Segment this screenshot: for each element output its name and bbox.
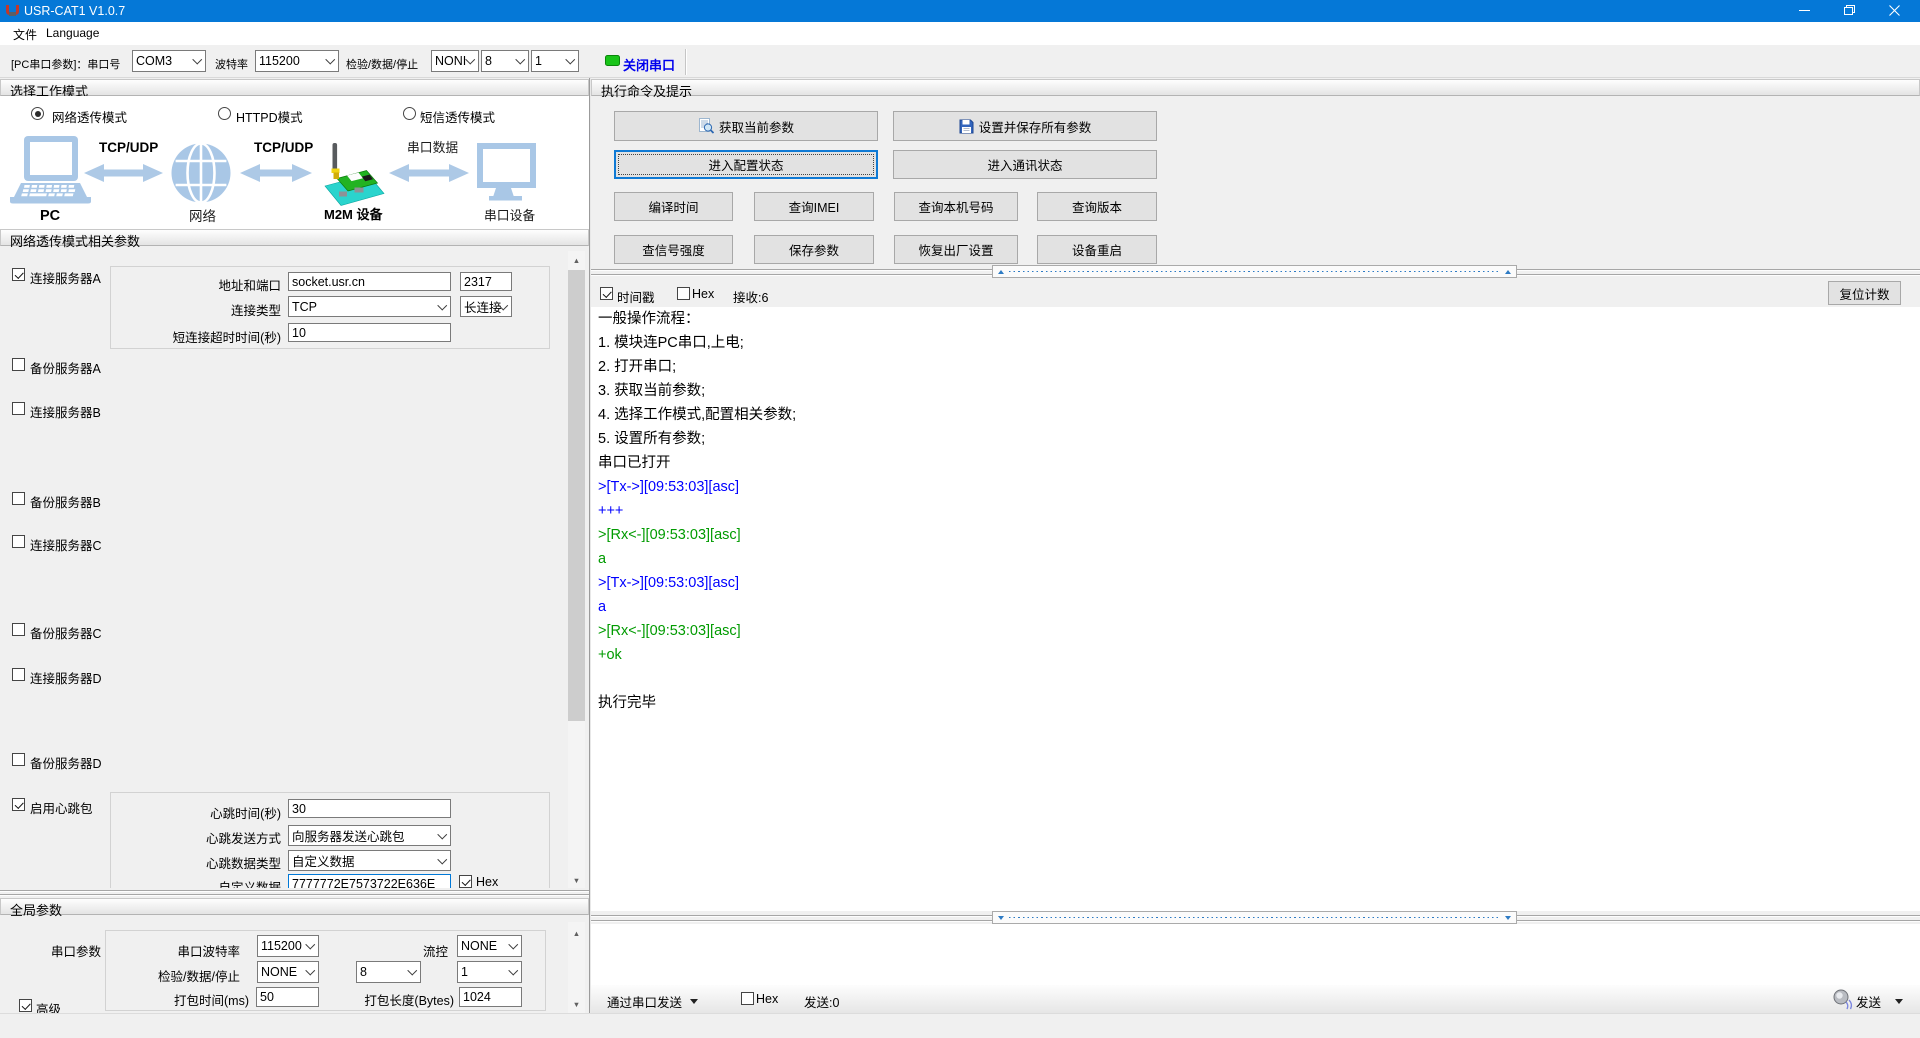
svg-text:PC: PC <box>40 208 61 224</box>
svg-text:串口设备: 串口设备 <box>484 209 535 223</box>
svg-text:串口数据: 串口数据 <box>407 141 458 155</box>
svg-text:TCP/UDP: TCP/UDP <box>254 140 313 155</box>
svg-text:TCP/UDP: TCP/UDP <box>99 140 158 155</box>
svg-text:M2M 设备: M2M 设备 <box>324 207 384 222</box>
svg-text:网络: 网络 <box>189 209 216 224</box>
